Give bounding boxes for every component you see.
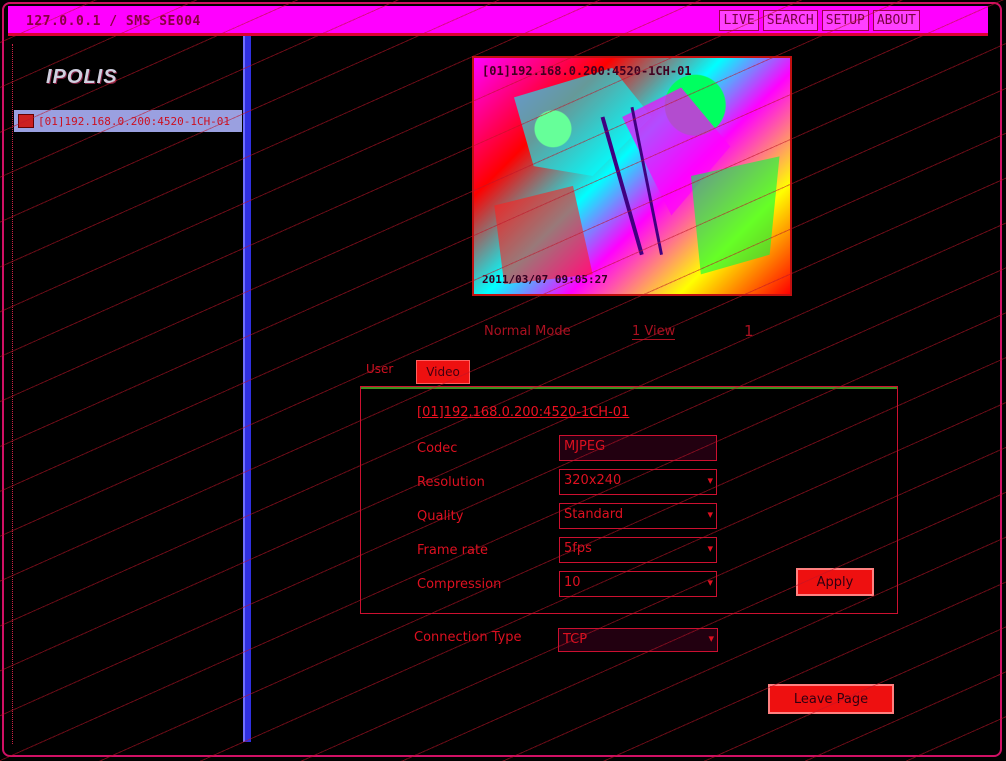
video-scene [494,67,780,285]
quality-value: Standard [564,507,624,522]
apply-button[interactable]: Apply [796,568,874,596]
connection-type-label: Connection Type [414,630,522,645]
page-title: 127.0.0.1 / SMS SE004 [26,14,201,29]
logo: IPOLIS [46,66,118,88]
codec-field[interactable]: MJPEG [559,435,717,461]
sidebar [12,44,245,744]
chevron-down-icon: ▾ [708,632,714,645]
resolution-value: 320x240 [564,473,622,488]
framerate-label: Frame rate [417,543,489,558]
camera-label: [01]192.168.0.200:4520-1CH-01 [38,114,231,128]
tab-video[interactable]: Video [416,360,470,384]
connection-type-select[interactable]: TCP ▾ [558,628,718,652]
mode-label[interactable]: Normal Mode [484,324,571,339]
layout-select[interactable]: 1 View [632,324,676,340]
device-info: [01]192.168.0.200:4520-1CH-01 [417,405,630,420]
framerate-select[interactable]: 5fps ▾ [559,537,717,563]
top-bar: 127.0.0.1 / SMS SE004 LIVE SEARCH SETUP … [8,6,988,36]
quality-select[interactable]: Standard ▾ [559,503,717,529]
extra-select[interactable]: 1 [744,322,754,340]
panel-top-border [361,387,897,389]
video-overlay-title: [01]192.168.0.200:4520-1CH-01 [482,64,692,78]
compression-select[interactable]: 10 ▾ [559,571,717,597]
resolution-select[interactable]: 320x240 ▾ [559,469,717,495]
framerate-value: 5fps [564,541,592,556]
video-timestamp: 2011/03/07 09:05:27 [482,273,608,286]
resolution-label: Resolution [417,475,485,490]
top-nav: LIVE SEARCH SETUP ABOUT [719,10,920,31]
nav-search[interactable]: SEARCH [762,10,818,31]
nav-live[interactable]: LIVE [719,10,759,31]
camera-icon [18,114,34,128]
sidebar-scrollbar[interactable] [243,36,251,742]
nav-setup[interactable]: SETUP [821,10,869,31]
video-preview: [01]192.168.0.200:4520-1CH-01 2011/03/07… [472,56,792,296]
codec-label: Codec [417,441,458,456]
connection-type-value: TCP [563,632,588,647]
nav-about[interactable]: ABOUT [872,10,920,31]
chevron-down-icon: ▾ [707,508,713,521]
camera-list-item[interactable]: [01]192.168.0.200:4520-1CH-01 [14,110,242,132]
chevron-down-icon: ▾ [707,576,713,589]
quality-label: Quality [417,509,464,524]
tab-user[interactable]: User [366,362,393,376]
leave-page-button[interactable]: Leave Page [768,684,894,714]
compression-value: 10 [564,575,581,590]
compression-label: Compression [417,577,502,592]
chevron-down-icon: ▾ [707,542,713,555]
codec-value: MJPEG [564,439,606,454]
chevron-down-icon: ▾ [707,474,713,487]
